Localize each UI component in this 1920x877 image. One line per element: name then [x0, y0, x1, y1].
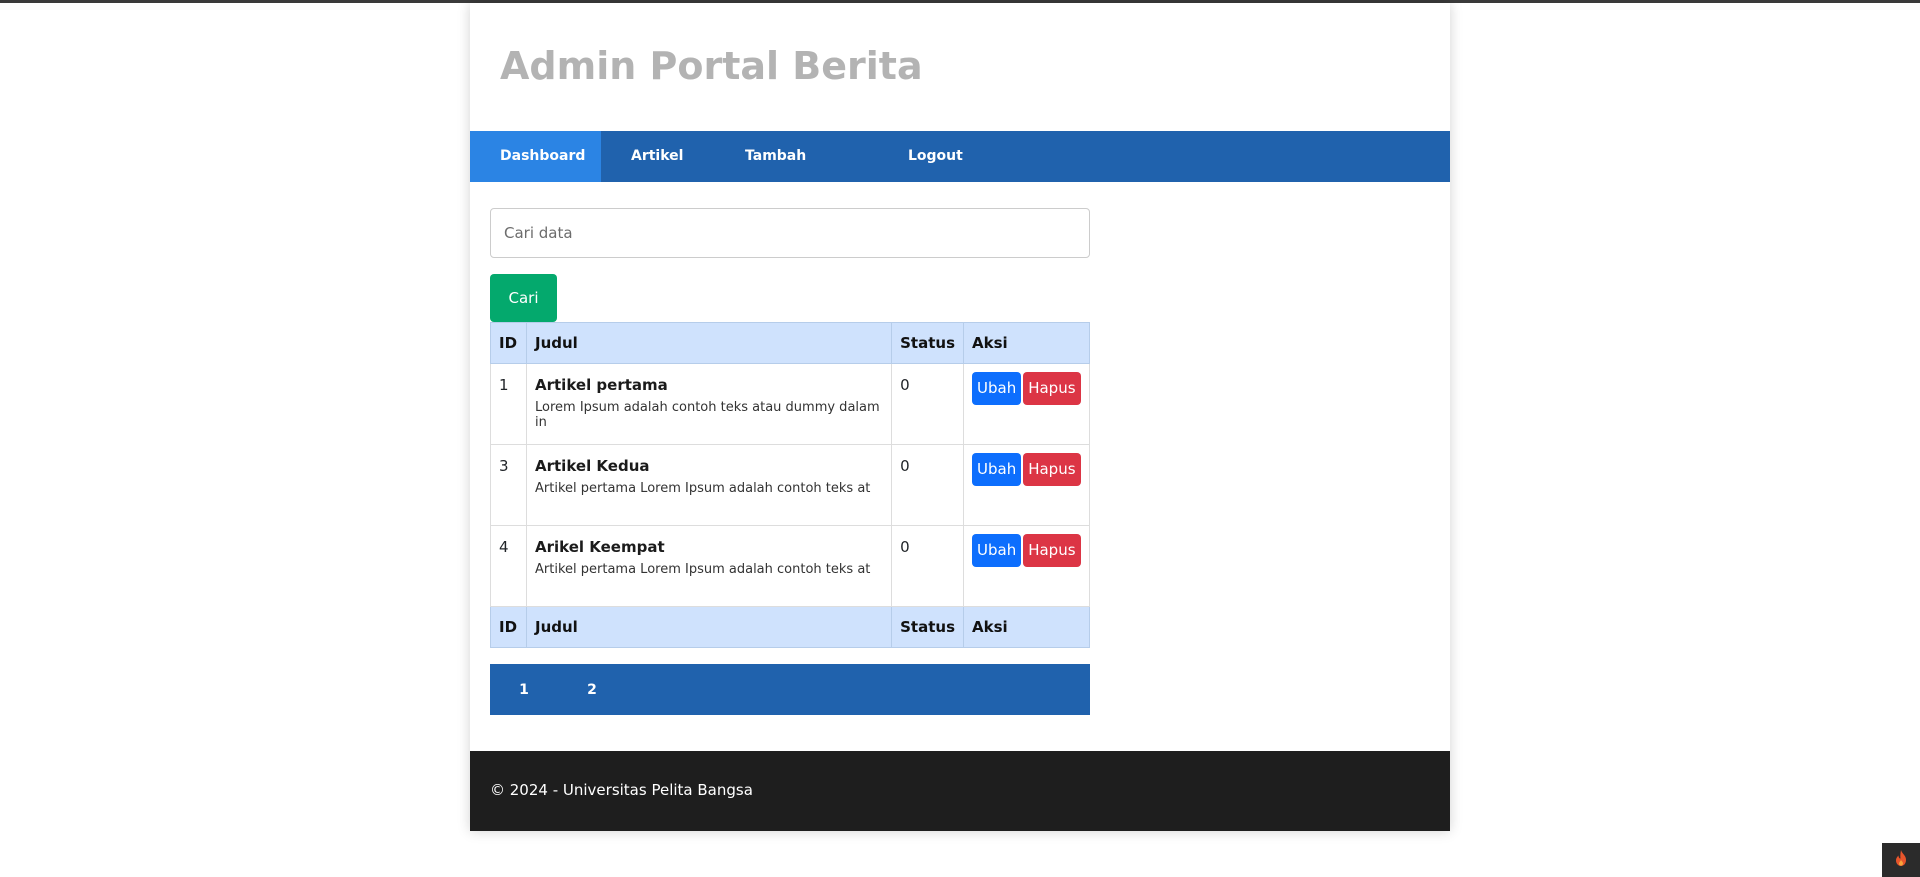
edit-button[interactable]: Ubah: [972, 453, 1022, 486]
article-title: Artikel pertama: [535, 376, 668, 394]
site-title: Admin Portal Berita: [500, 44, 923, 88]
cell-id: 1: [490, 363, 527, 445]
article-title: Arikel Keempat: [535, 538, 665, 556]
table-header-row: ID Judul Status Aksi: [490, 322, 1090, 364]
cell-status: 0: [891, 363, 964, 445]
column-header-judul: Judul: [525, 322, 893, 364]
main-nav: Dashboard Artikel Tambah Artikel Logout: [470, 131, 1450, 215]
pagination: 1 2: [490, 664, 1090, 715]
delete-button[interactable]: Hapus: [1023, 453, 1081, 486]
article-snippet: Artikel pertama Lorem Ipsum adalah conto…: [535, 481, 871, 496]
nav-item-tambah-artikel[interactable]: Tambah Artikel: [715, 131, 878, 215]
column-header-id: ID: [490, 322, 527, 364]
edit-button[interactable]: Ubah: [972, 534, 1022, 567]
debug-toolbar-toggle[interactable]: [1882, 843, 1920, 877]
delete-button[interactable]: Hapus: [1023, 534, 1081, 567]
column-footer-status: Status: [891, 606, 964, 648]
edit-button[interactable]: Ubah: [972, 372, 1022, 405]
cell-id: 4: [490, 525, 527, 607]
nav-item-dashboard[interactable]: Dashboard: [470, 131, 601, 182]
delete-button[interactable]: Hapus: [1023, 372, 1081, 405]
nav-item-artikel[interactable]: Artikel: [601, 131, 715, 182]
cell-judul: Artikel pertama Lorem Ipsum adalah conto…: [525, 363, 893, 445]
cell-status: 0: [891, 444, 964, 526]
column-footer-aksi: Aksi: [963, 606, 1090, 648]
table-footer-row: ID Judul Status Aksi: [490, 606, 1090, 648]
page-link-2[interactable]: 2: [558, 682, 626, 698]
cell-aksi: Ubah Hapus: [963, 525, 1090, 607]
column-footer-judul: Judul: [525, 606, 893, 648]
column-footer-id: ID: [490, 606, 527, 648]
cell-id: 3: [490, 444, 527, 526]
nav-item-logout[interactable]: Logout: [878, 131, 995, 182]
article-title: Artikel Kedua: [535, 457, 650, 475]
table-row: 4 Arikel Keempat Artikel pertama Lorem I…: [490, 525, 1090, 607]
cell-aksi: Ubah Hapus: [963, 444, 1090, 526]
column-header-status: Status: [891, 322, 964, 364]
articles-table: ID Judul Status Aksi 1 Artikel pertama L…: [490, 322, 1090, 648]
page-link-1[interactable]: 1: [490, 682, 558, 698]
site-header: Admin Portal Berita: [470, 3, 1450, 131]
cell-judul: Artikel Kedua Artikel pertama Lorem Ipsu…: [525, 444, 893, 526]
cell-aksi: Ubah Hapus: [963, 363, 1090, 445]
table-row: 3 Artikel Kedua Artikel pertama Lorem Ip…: [490, 444, 1090, 526]
search-input[interactable]: [490, 208, 1090, 258]
article-snippet: Artikel pertama Lorem Ipsum adalah conto…: [535, 562, 871, 577]
search-button[interactable]: Cari: [490, 274, 557, 322]
main-content: Cari ID Judul Status Aksi 1 Artikel pert…: [490, 208, 1090, 715]
column-header-aksi: Aksi: [963, 322, 1090, 364]
cell-judul: Arikel Keempat Artikel pertama Lorem Ips…: [525, 525, 893, 607]
site-footer: © 2024 - Universitas Pelita Bangsa: [470, 751, 1450, 831]
table-row: 1 Artikel pertama Lorem Ipsum adalah con…: [490, 363, 1090, 445]
flame-icon: [1893, 849, 1909, 871]
footer-copyright: © 2024 - Universitas Pelita Bangsa: [490, 781, 753, 799]
article-snippet: Lorem Ipsum adalah contoh teks atau dumm…: [535, 400, 880, 430]
page-container: Admin Portal Berita Dashboard Artikel Ta…: [470, 3, 1450, 831]
cell-status: 0: [891, 525, 964, 607]
